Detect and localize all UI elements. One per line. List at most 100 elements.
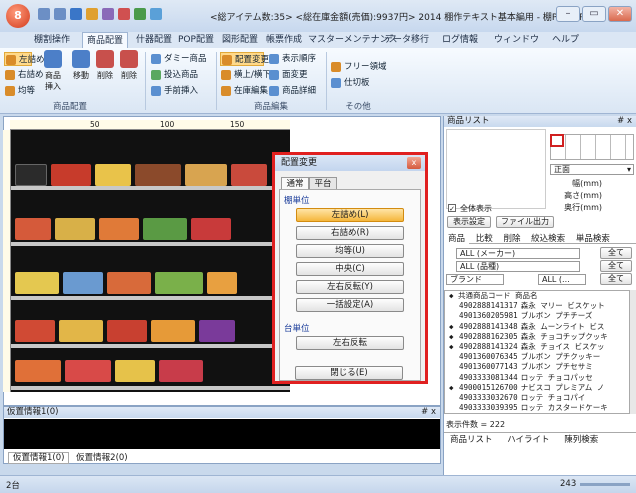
tab-window[interactable]: ウィンドウ	[490, 32, 543, 48]
tab-filter-search[interactable]: 絞込検索	[527, 234, 569, 244]
category-all-button[interactable]: 全て	[600, 260, 632, 272]
product[interactable]	[15, 218, 51, 240]
center-dialog-button[interactable]: 中央(C)	[296, 262, 404, 276]
file-output-button[interactable]: ファイル出力	[496, 216, 554, 228]
pane-pin-icon[interactable]: # x	[617, 116, 636, 127]
table-row[interactable]: 4903333039395 ロッテ カスタードケーキ	[445, 403, 629, 413]
view-icon[interactable]	[150, 8, 162, 20]
table-row[interactable]: 4903333081344 ロッテ チョコパッセ	[445, 373, 629, 383]
brand-select[interactable]: ブランド	[446, 274, 504, 285]
product[interactable]	[63, 272, 103, 294]
product[interactable]	[191, 218, 231, 240]
product[interactable]	[185, 164, 227, 186]
tab-shelf-ops[interactable]: 棚割操作	[30, 32, 74, 48]
distribute-button[interactable]: 均等	[4, 84, 35, 98]
app-menu-button[interactable]: 8	[6, 4, 30, 28]
product[interactable]	[143, 218, 187, 240]
product[interactable]	[199, 320, 235, 342]
product[interactable]	[15, 272, 59, 294]
align-right-dialog-button[interactable]: 右詰め(R)	[296, 226, 404, 240]
layout-icon[interactable]	[134, 8, 146, 20]
delete-button[interactable]: 削除	[94, 50, 116, 81]
close-dialog-button[interactable]: 閉じる(E)	[295, 366, 403, 380]
product[interactable]	[207, 272, 237, 294]
maker-filter-select[interactable]: ALL (メーカー)	[456, 248, 580, 259]
product[interactable]	[59, 320, 103, 342]
table-row[interactable]: 4901360077143 ブルボン プチセサミ	[445, 362, 629, 372]
tab-fixture-placement[interactable]: 什器配置	[132, 32, 176, 48]
display-settings-button[interactable]: 表示設定	[447, 216, 491, 228]
table-row[interactable]: 4902888141317 森永 マリー ビスケット	[445, 301, 629, 311]
all-display-checkbox[interactable]: ✓	[448, 204, 456, 213]
category-filter-select[interactable]: ALL (品種)	[456, 261, 580, 272]
tab-shape-placement[interactable]: 図形配置	[218, 32, 262, 48]
table-row[interactable]: 4903333032670 ロッテ チョコパイ	[445, 393, 629, 403]
minimize-button[interactable]: –	[556, 6, 580, 22]
table-row[interactable]: ◆ 4902888141324 森永 チョイス ビスケッ	[445, 342, 629, 352]
flip-dialog-button[interactable]: 左右反転(Y)	[296, 280, 404, 294]
tab-products[interactable]: 商品	[444, 234, 470, 244]
tab-normal[interactable]: 通常	[281, 177, 309, 189]
dialog-close-icon[interactable]: x	[407, 157, 421, 169]
tab-help[interactable]: ヘルプ	[548, 32, 583, 48]
tab-data-migration[interactable]: データ移行	[380, 32, 433, 48]
tab-highlight[interactable]: ハイライト	[501, 435, 555, 445]
maximize-button[interactable]: ▭	[582, 6, 606, 22]
product[interactable]	[51, 164, 91, 186]
divider-button[interactable]: 仕切板	[330, 76, 376, 90]
front-insert-button[interactable]: 手前挿入	[150, 84, 212, 98]
align-left-dialog-button[interactable]: 左詰め(L)	[296, 208, 404, 222]
tab-deleted[interactable]: 削除	[499, 234, 524, 244]
placement-change-button[interactable]: 配置変更	[220, 52, 269, 66]
pane-pin-icon[interactable]: # x	[421, 407, 440, 418]
product[interactable]	[159, 360, 203, 382]
table-row[interactable]: 4901360205981 ブルボン プチチーズ	[445, 311, 629, 321]
insert-product-button[interactable]: 商品挿入	[42, 50, 64, 92]
product[interactable]	[155, 272, 203, 294]
table-row[interactable]: ◆ 4902888162305 森永 チョコチップクッキ	[445, 332, 629, 342]
shelf-area[interactable]	[11, 130, 290, 392]
tab-pop-placement[interactable]: POP配置	[174, 32, 218, 48]
product[interactable]	[135, 164, 181, 186]
tab-report[interactable]: 帳票作成	[262, 32, 306, 48]
table-row[interactable]: ◆ 4902888141348 森永 ムーンライト ビス	[445, 322, 629, 332]
undo-icon[interactable]	[38, 8, 50, 20]
temp-info-area[interactable]	[4, 419, 440, 449]
product[interactable]	[115, 360, 155, 382]
product-detail-button[interactable]: 商品詳細	[268, 84, 318, 98]
tab-display-search[interactable]: 陳列検索	[558, 435, 604, 445]
open-icon[interactable]	[86, 8, 98, 20]
zoom-slider[interactable]	[580, 483, 630, 486]
close-window-button[interactable]: ✕	[608, 6, 632, 22]
product[interactable]	[55, 218, 95, 240]
tab-product-placement[interactable]: 商品配置	[82, 32, 129, 48]
move-button[interactable]: 移動	[70, 50, 92, 81]
tab-log-info[interactable]: ログ情報	[438, 32, 482, 48]
tab-temp-info-2[interactable]: 仮置情報2(0)	[72, 453, 131, 463]
tab-item-search[interactable]: 単品検索	[572, 234, 614, 244]
tab-temp-info-1[interactable]: 仮置情報1(0)	[8, 452, 70, 464]
free-area-button[interactable]: フリー領域	[330, 60, 387, 74]
face-change-button[interactable]: 面変更	[268, 68, 312, 82]
product[interactable]	[65, 360, 111, 382]
print-icon[interactable]	[102, 8, 114, 20]
brand-filter-select[interactable]: ALL (...	[538, 274, 586, 285]
product[interactable]	[151, 320, 195, 342]
tab-compare[interactable]: 比較	[472, 234, 497, 244]
bulk-setting-button[interactable]: 一括設定(A)	[296, 298, 404, 312]
chart-icon[interactable]	[118, 8, 130, 20]
display-order-button[interactable]: 表示順序	[268, 52, 322, 66]
dummy-product-button[interactable]: ダミー商品	[150, 52, 212, 66]
delete-button-2[interactable]: 削除	[118, 50, 140, 81]
brand-all-button[interactable]: 全て	[600, 273, 632, 285]
align-right-button[interactable]: 右詰め	[4, 68, 44, 82]
product[interactable]	[99, 218, 139, 240]
tab-product-list[interactable]: 商品リスト	[444, 435, 499, 445]
tab-flat-stand[interactable]: 平台	[309, 177, 337, 189]
product[interactable]	[15, 320, 55, 342]
product[interactable]	[107, 272, 151, 294]
stock-edit-button[interactable]: 在庫編集	[220, 84, 268, 98]
stand-flip-button[interactable]: 左右反転	[296, 336, 404, 350]
drop-product-button[interactable]: 投込商品	[150, 68, 212, 82]
list-scrollbar[interactable]	[630, 290, 636, 414]
